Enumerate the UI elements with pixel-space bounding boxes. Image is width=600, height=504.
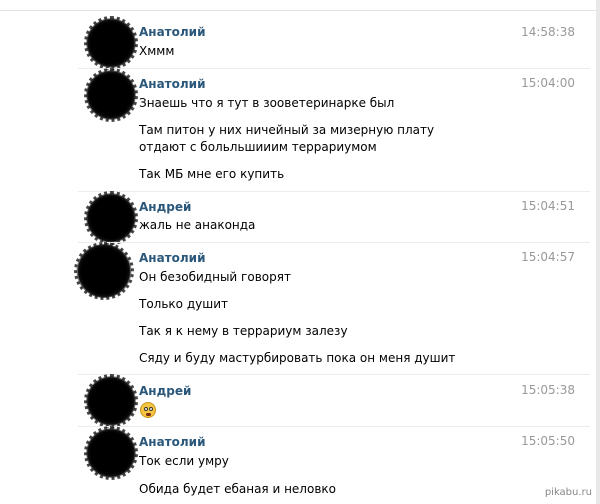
message-time: 15:04:51 (521, 199, 575, 213)
message-time: 15:05:38 (521, 383, 575, 397)
avatar[interactable] (84, 191, 138, 245)
message-time: 15:04:57 (521, 250, 575, 264)
scrollbar[interactable] (596, 0, 600, 504)
message-divider (78, 242, 590, 243)
emoji-mouth (146, 413, 151, 416)
avatar[interactable] (84, 68, 138, 122)
avatar[interactable] (84, 426, 138, 480)
author-name[interactable]: Анатолий (139, 25, 205, 39)
author-name[interactable]: Андрей (139, 384, 191, 398)
author-name[interactable]: Андрей (139, 200, 191, 214)
message-text: Хммм (139, 44, 175, 58)
message-text: Обида будет ебаная и неловко (139, 482, 336, 496)
message-time: 14:58:38 (521, 25, 575, 39)
avatar[interactable] (84, 374, 138, 428)
message-time: 15:05:50 (521, 434, 575, 448)
message-text: жаль не анаконда (139, 218, 256, 232)
message-text: Так я к нему в террариум залезу (139, 324, 348, 338)
message-text: Там питон у них ничейный за мизерную пла… (139, 123, 435, 154)
emoji-eye-left (144, 407, 148, 411)
author-name[interactable]: Анатолий (139, 435, 205, 449)
top-divider (0, 10, 600, 11)
scared-face-emoji (140, 402, 156, 418)
message-divider (78, 426, 590, 427)
message-time: 15:04:00 (521, 76, 575, 90)
author-name[interactable]: Анатолий (139, 251, 205, 265)
message-divider (78, 374, 590, 375)
avatar[interactable] (74, 242, 134, 300)
watermark: pikabu.ru (544, 487, 592, 498)
message-divider (78, 68, 590, 69)
message-text: Только душит (139, 297, 228, 311)
message-divider (78, 191, 590, 192)
message-text: Он безобидный говорят (139, 270, 291, 284)
message-text: Сяду и буду мастурбировать пока он меня … (139, 351, 456, 365)
emoji-eye-right (149, 407, 153, 411)
message-text: Ток если умру (139, 454, 229, 468)
author-name[interactable]: Анатолий (139, 77, 205, 91)
message-text: Так МБ мне его купить (139, 167, 285, 181)
message-text: Знаешь что я тут в зооветеринарке был (139, 96, 395, 110)
avatar[interactable] (84, 16, 138, 70)
